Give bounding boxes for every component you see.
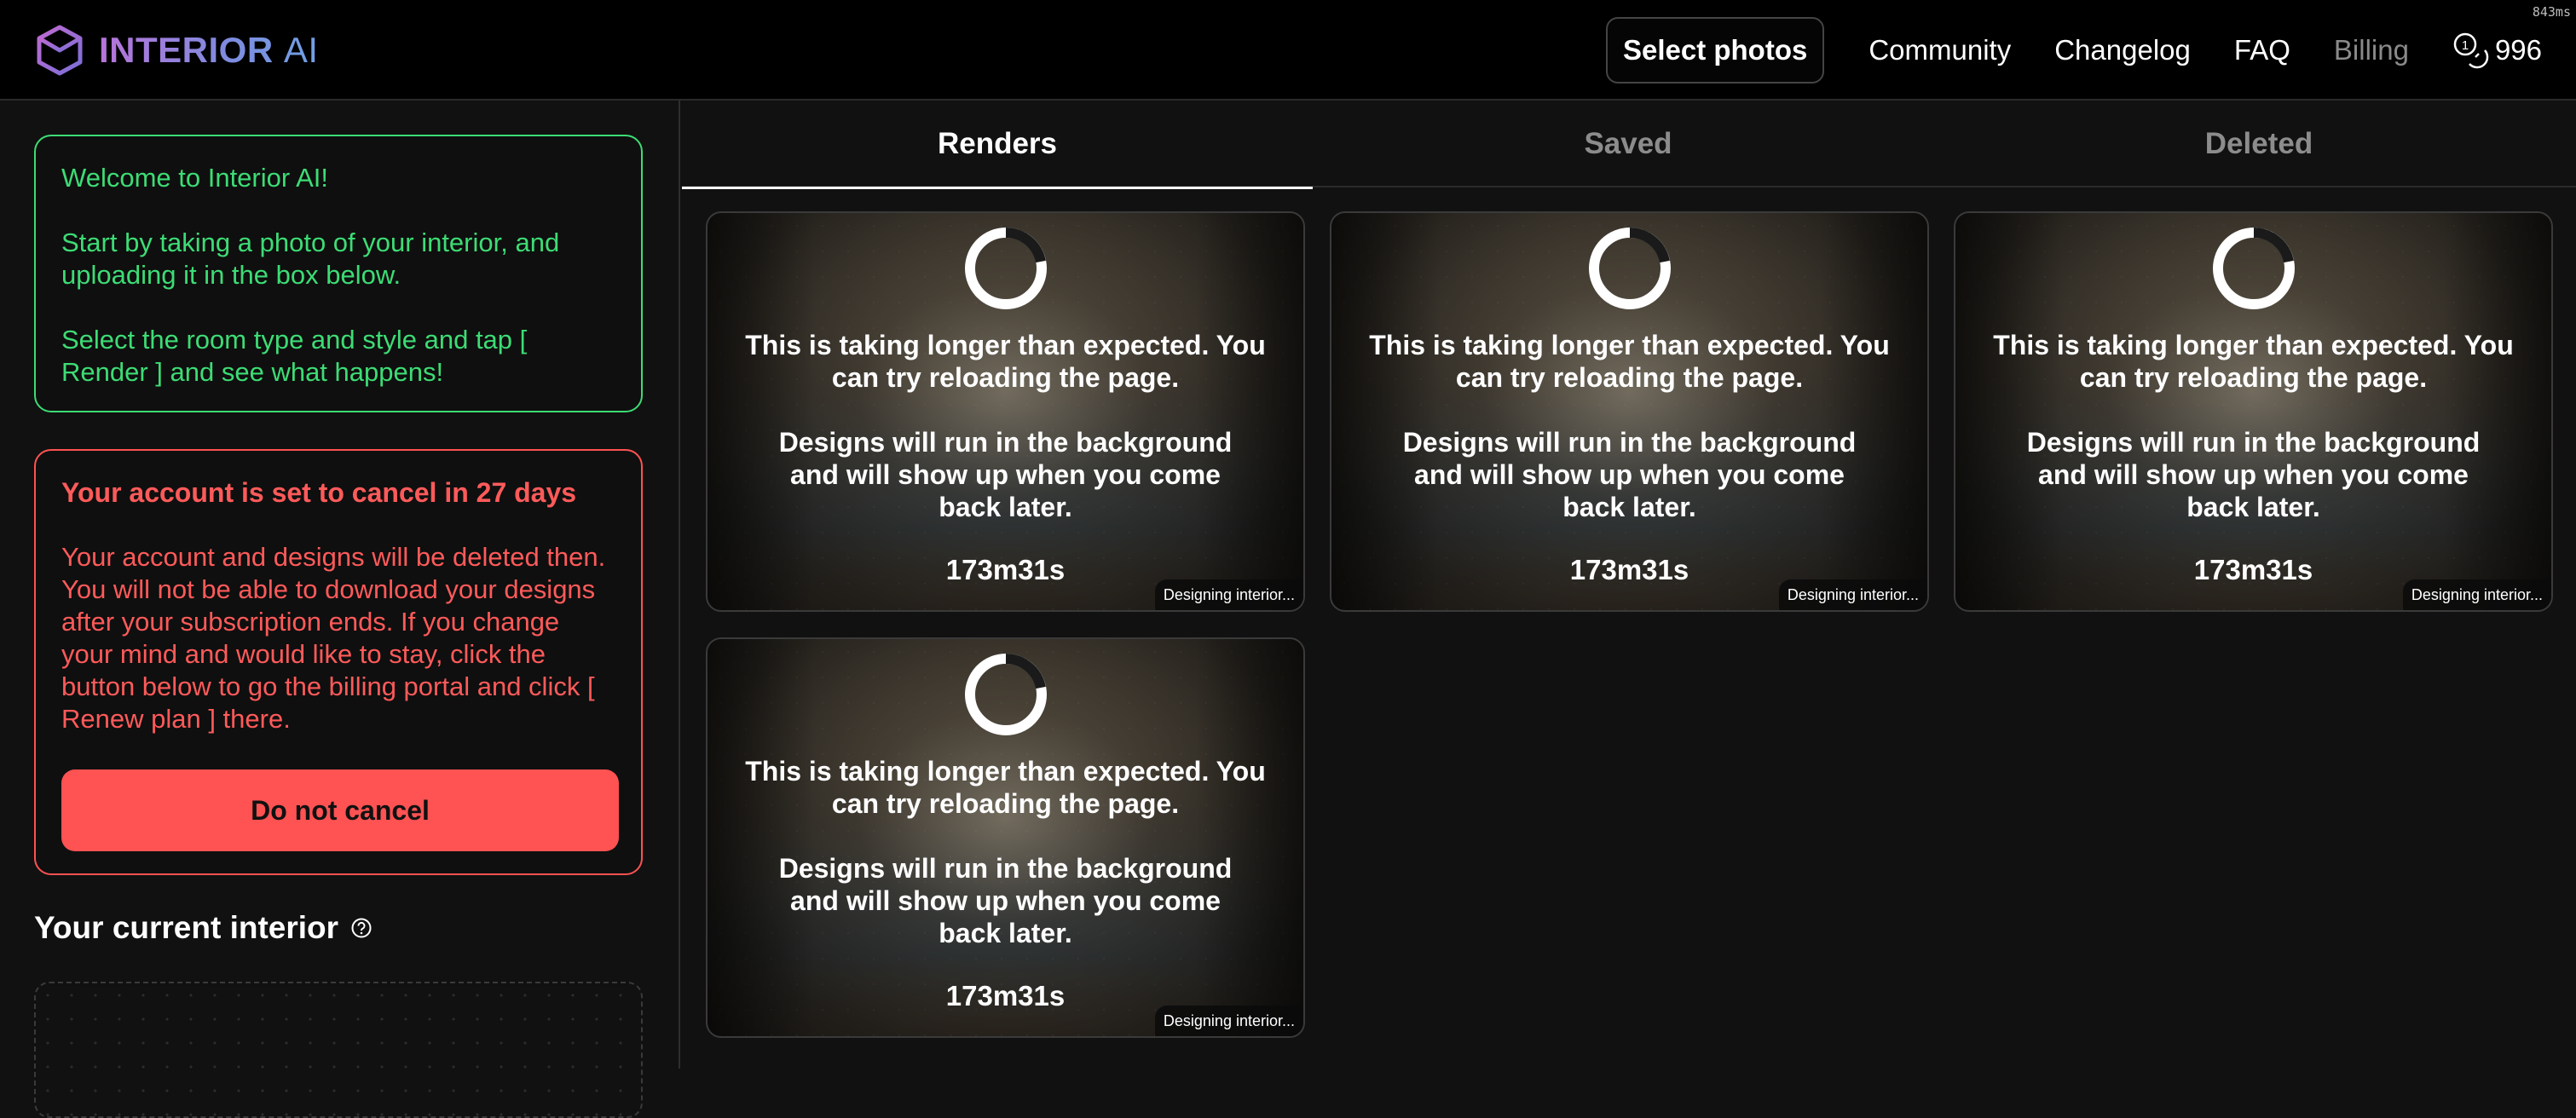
loading-spinner-icon: [964, 654, 1047, 735]
logo-text: INTERIOR AITM: [99, 30, 342, 70]
welcome-instructions: Start by taking a photo of your interior…: [61, 228, 560, 290]
cancel-warning-text: Your account and designs will be deleted…: [61, 542, 606, 734]
cancel-warning-title: Your account is set to cancel in 27 days: [61, 477, 577, 508]
debug-timer: 843ms: [2532, 4, 2571, 20]
render-card[interactable]: This is taking longer than expected. You…: [706, 637, 1305, 1038]
render-delay-message: This is taking longer than expected. You…: [1369, 330, 1890, 393]
main-content: Renders Saved Deleted This is taking lon…: [682, 101, 2576, 1069]
photo-upload-dropzone[interactable]: [34, 982, 643, 1118]
coins-icon: 1: [2453, 32, 2489, 69]
render-status-badge: Designing interior...: [2402, 579, 2551, 610]
tab-deleted[interactable]: Deleted: [1944, 101, 2574, 187]
render-background-message: Designs will run in the background and w…: [1402, 427, 1857, 522]
render-delay-message: This is taking longer than expected. You…: [745, 756, 1266, 819]
loading-spinner-icon: [2212, 228, 2295, 309]
welcome-message-box: Welcome to Interior AI! Start by taking …: [34, 135, 643, 412]
current-interior-title: Your current interior: [34, 910, 339, 945]
welcome-title: Welcome to Interior AI!: [61, 163, 328, 193]
sidebar: Welcome to Interior AI! Start by taking …: [0, 101, 680, 1118]
cancel-warning-box: Your account is set to cancel in 27 days…: [34, 449, 643, 875]
nav-faq-link[interactable]: FAQ: [2234, 34, 2290, 66]
render-background-message: Designs will run in the background and w…: [778, 427, 1233, 522]
tab-saved[interactable]: Saved: [1313, 101, 1944, 187]
render-background-message: Designs will run in the background and w…: [2026, 427, 2481, 522]
top-navbar: INTERIOR AITM Select photos Community Ch…: [0, 0, 2576, 101]
nav-changelog-link[interactable]: Changelog: [2054, 34, 2191, 66]
nav-billing-link[interactable]: Billing: [2334, 34, 2409, 66]
render-card[interactable]: This is taking longer than expected. You…: [1954, 211, 2553, 612]
render-delay-message: This is taking longer than expected. You…: [745, 330, 1266, 393]
tab-renders[interactable]: Renders: [682, 101, 1313, 189]
credits-counter[interactable]: 1 996: [2452, 32, 2542, 69]
tabs-bar: Renders Saved Deleted: [682, 101, 2576, 189]
svg-text:1: 1: [2462, 38, 2469, 53]
do-not-cancel-button[interactable]: Do not cancel: [61, 769, 619, 851]
loading-spinner-icon: [1588, 228, 1671, 309]
select-photos-button[interactable]: Select photos: [1605, 17, 1825, 84]
current-interior-heading: Your current interior: [34, 910, 373, 946]
render-status-badge: Designing interior...: [1154, 579, 1303, 610]
help-icon[interactable]: [350, 917, 373, 939]
logo[interactable]: INTERIOR AITM: [36, 24, 342, 77]
render-delay-message: This is taking longer than expected. You…: [1993, 330, 2514, 393]
render-status-badge: Designing interior...: [1154, 1006, 1303, 1036]
top-nav: Select photos Community Changelog FAQ Bi…: [1605, 17, 2542, 84]
nav-community-link[interactable]: Community: [1868, 34, 2011, 66]
welcome-render-hint: Select the room type and style and tap […: [61, 325, 528, 387]
render-card[interactable]: This is taking longer than expected. You…: [1330, 211, 1929, 612]
credits-value: 996: [2494, 34, 2542, 66]
render-status-badge: Designing interior...: [1778, 579, 1927, 610]
render-card[interactable]: This is taking longer than expected. You…: [706, 211, 1305, 612]
cube-logo-icon: [37, 25, 83, 76]
loading-spinner-icon: [964, 228, 1047, 309]
render-background-message: Designs will run in the background and w…: [778, 853, 1233, 948]
